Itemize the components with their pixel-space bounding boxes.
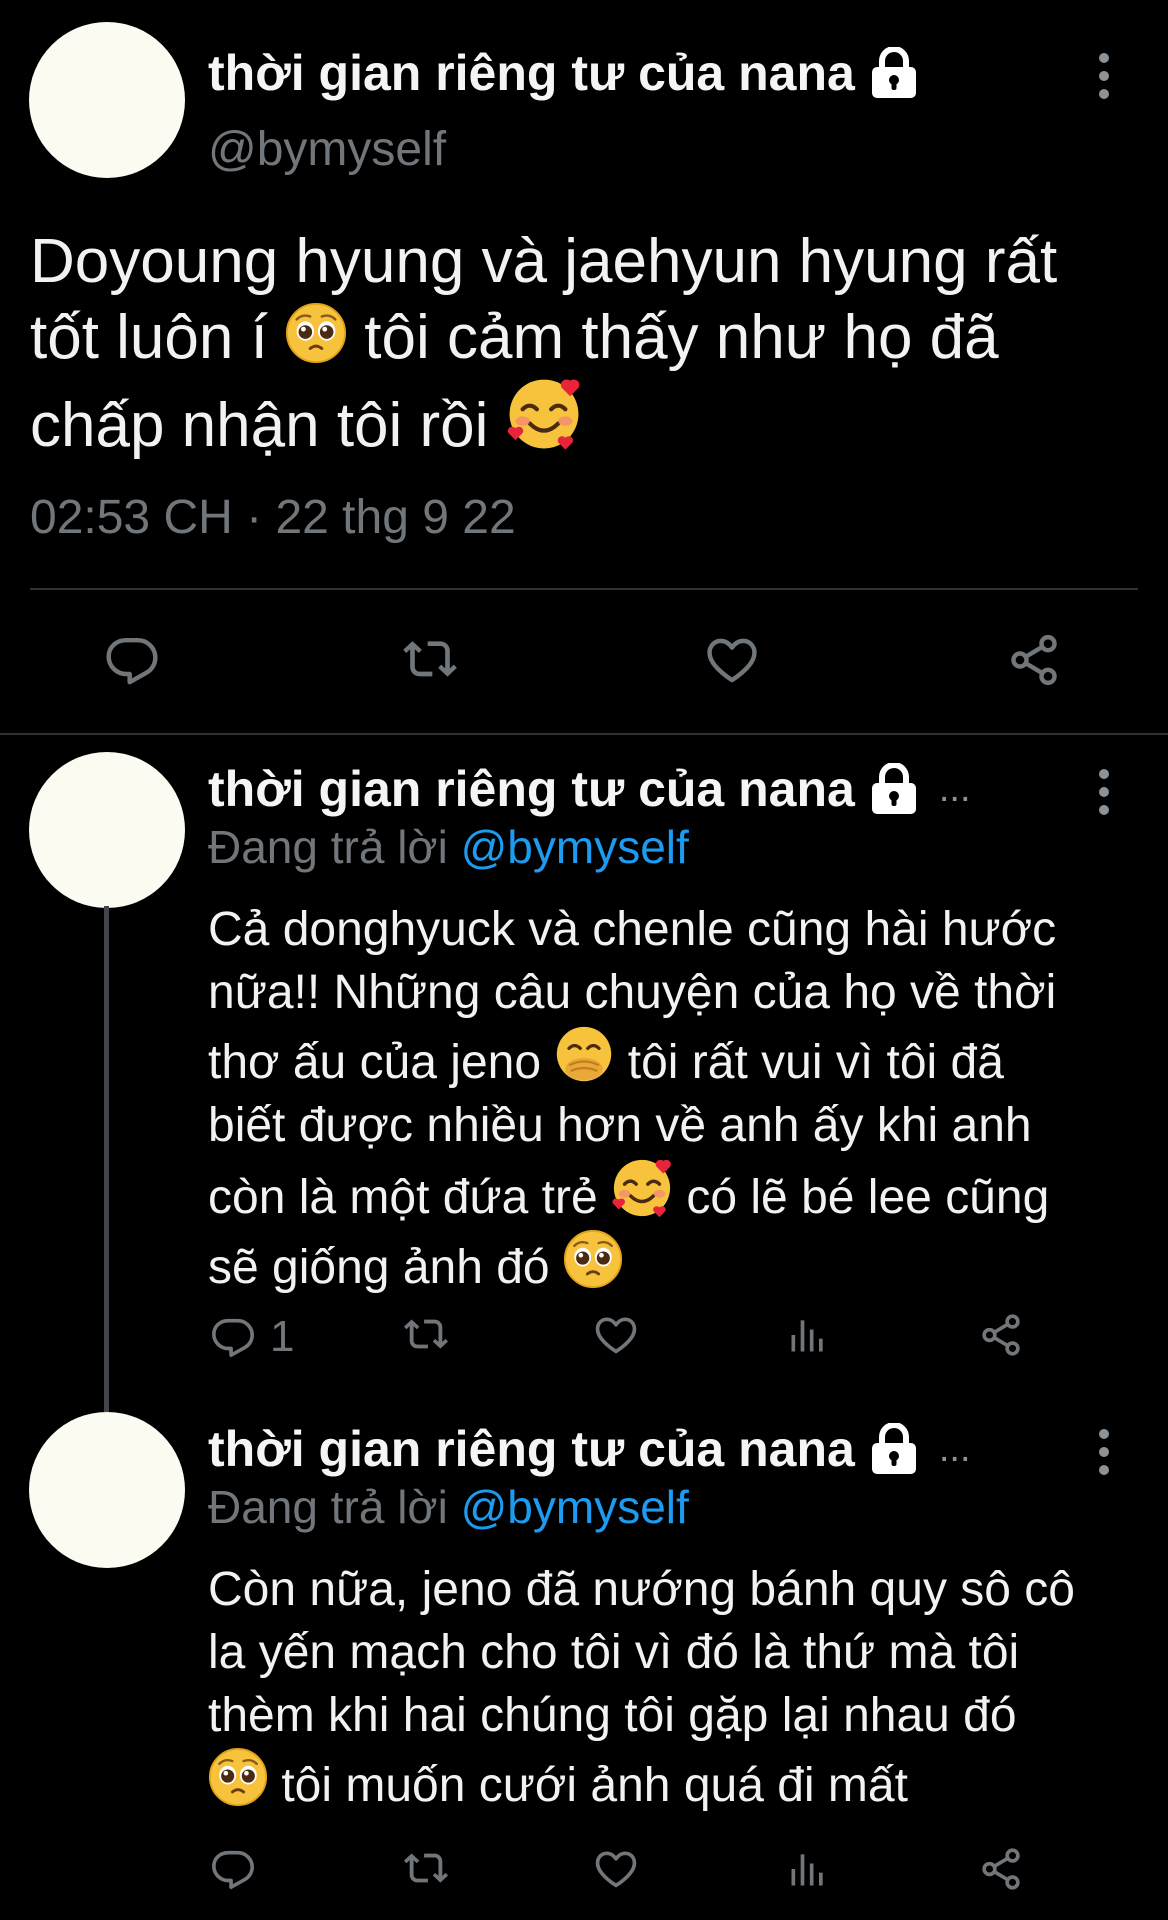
thread-connector xyxy=(104,906,109,1412)
retweet-icon xyxy=(400,632,460,688)
tweet-fragment: tốt luôn í xyxy=(30,303,268,372)
divider xyxy=(30,588,1138,590)
reply-fragment: tôi muốn cưới ảnh quá đi mất xyxy=(281,1759,908,1812)
more-options-icon[interactable] xyxy=(1094,766,1114,818)
pleading-face-emoji xyxy=(563,1229,623,1289)
reply-text: Còn nữa, jeno đã nướng bánh quy sô cô la… xyxy=(208,1558,1148,1817)
reply-fragment: tôi rất vui vì tôi đã xyxy=(627,1036,1004,1089)
share-icon xyxy=(978,1846,1024,1892)
reply-line: nữa!! Những câu chuyện của họ về thời xyxy=(208,966,1057,1019)
reply-fragment: còn là một đứa trẻ xyxy=(208,1171,598,1224)
reply-line: la yến mạch cho tôi vì đó là thứ mà tôi xyxy=(208,1626,1020,1679)
replying-to: Đang trả lời @bymyself xyxy=(208,820,689,874)
share-button[interactable] xyxy=(1006,632,1062,688)
reply-line: tôi muốn cưới ảnh quá đi mất xyxy=(208,1747,1148,1817)
tweet-line: chấp nhận tôi rồi xyxy=(30,376,1150,464)
reply-avatar[interactable] xyxy=(29,1412,185,1568)
lock-icon xyxy=(869,1423,919,1475)
more-options-icon[interactable] xyxy=(1094,50,1114,102)
reply-line: còn là một đứa trẻ có lẽ bé lee cũng xyxy=(208,1157,1148,1229)
reply-text: Cả donghyuck và chenle cũng hài hước nữa… xyxy=(208,898,1148,1299)
mention-link[interactable]: @bymyself xyxy=(461,821,689,873)
display-name-text: thời gian riêng tư của nana xyxy=(208,761,855,817)
reply-display-name[interactable]: thời gian riêng tư của nana ... xyxy=(208,1420,971,1478)
mention-link[interactable]: @bymyself xyxy=(461,1481,689,1533)
replying-label: Đang trả lời xyxy=(208,1481,448,1533)
like-button[interactable] xyxy=(592,1312,640,1358)
heart-icon xyxy=(592,1846,640,1892)
reply-line: Cả donghyuck và chenle cũng hài hước xyxy=(208,903,1057,956)
like-button[interactable] xyxy=(592,1846,640,1892)
share-button[interactable] xyxy=(978,1312,1024,1358)
reply-line: thèm khi hai chúng tôi gặp lại nhau đó xyxy=(208,1689,1017,1742)
replying-to: Đang trả lời @bymyself xyxy=(208,1480,689,1534)
name-ellipsis: ... xyxy=(938,767,971,810)
reply-display-name[interactable]: thời gian riêng tư của nana ... xyxy=(208,760,971,818)
analytics-button[interactable] xyxy=(786,1846,830,1892)
retweet-button[interactable] xyxy=(400,1846,452,1892)
tweet-text: Doyoung hyung và jaehyun hyung rất tốt l… xyxy=(30,224,1150,464)
reply-avatar[interactable] xyxy=(29,752,185,908)
reply-button[interactable] xyxy=(210,1846,256,1892)
avatar[interactable] xyxy=(29,22,185,178)
replying-label: Đang trả lời xyxy=(208,821,448,873)
reply-icon xyxy=(210,1846,256,1892)
lock-icon xyxy=(869,763,919,815)
tweet-line: Doyoung hyung và jaehyun hyung rất xyxy=(30,227,1058,296)
face-with-hand-over-mouth-emoji xyxy=(554,1024,614,1084)
reply-line: sẽ giống ảnh đó xyxy=(208,1229,1148,1299)
more-options-icon[interactable] xyxy=(1094,1426,1114,1478)
analytics-icon xyxy=(786,1846,830,1892)
reply-line: biết được nhiều hơn về anh ấy khi anh xyxy=(208,1099,1032,1152)
heart-icon xyxy=(592,1312,640,1358)
reply-icon xyxy=(104,632,160,688)
reply-fragment: thơ ấu của jeno xyxy=(208,1036,542,1089)
smiling-face-with-hearts-emoji xyxy=(506,376,582,452)
retweet-icon xyxy=(400,1846,452,1892)
retweet-button[interactable] xyxy=(400,1312,452,1358)
share-button[interactable] xyxy=(978,1846,1024,1892)
share-icon xyxy=(978,1312,1024,1358)
analytics-button[interactable] xyxy=(786,1312,830,1358)
display-name[interactable]: thời gian riêng tư của nana xyxy=(208,44,919,102)
heart-icon xyxy=(703,632,761,688)
reply-button[interactable]: 1 xyxy=(210,1312,294,1362)
pleading-face-emoji xyxy=(285,302,347,364)
tweet-line: tốt luôn í tôi cảm thấy như họ đã xyxy=(30,300,1150,376)
reply-fragment: sẽ giống ảnh đó xyxy=(208,1241,550,1294)
reply-button[interactable] xyxy=(104,632,160,688)
name-ellipsis: ... xyxy=(938,1427,971,1470)
share-icon xyxy=(1006,632,1062,688)
analytics-icon xyxy=(786,1312,830,1358)
display-name-text: thời gian riêng tư của nana xyxy=(208,1421,855,1477)
reply-line: Còn nữa, jeno đã nướng bánh quy sô cô xyxy=(208,1563,1075,1616)
tweet-timestamp[interactable]: 02:53 CH · 22 thg 9 22 xyxy=(30,490,516,545)
section-divider xyxy=(0,733,1168,735)
reply-line: thơ ấu của jeno tôi rất vui vì tôi đã xyxy=(208,1024,1148,1094)
retweet-icon xyxy=(400,1312,452,1358)
reply-fragment: có lẽ bé lee cũng xyxy=(686,1171,1050,1224)
username[interactable]: @bymyself xyxy=(208,122,446,177)
pleading-face-emoji xyxy=(208,1747,268,1807)
reply-count: 1 xyxy=(270,1312,295,1361)
like-button[interactable] xyxy=(703,632,761,688)
reply-icon xyxy=(210,1314,256,1360)
lock-icon xyxy=(869,47,919,99)
tweet-fragment: tôi cảm thấy như họ đã xyxy=(364,303,999,372)
tweet-fragment: chấp nhận tôi rồi xyxy=(30,391,489,460)
retweet-button[interactable] xyxy=(400,632,460,688)
smiling-face-with-hearts-emoji xyxy=(611,1157,673,1219)
display-name-text: thời gian riêng tư của nana xyxy=(208,45,855,101)
